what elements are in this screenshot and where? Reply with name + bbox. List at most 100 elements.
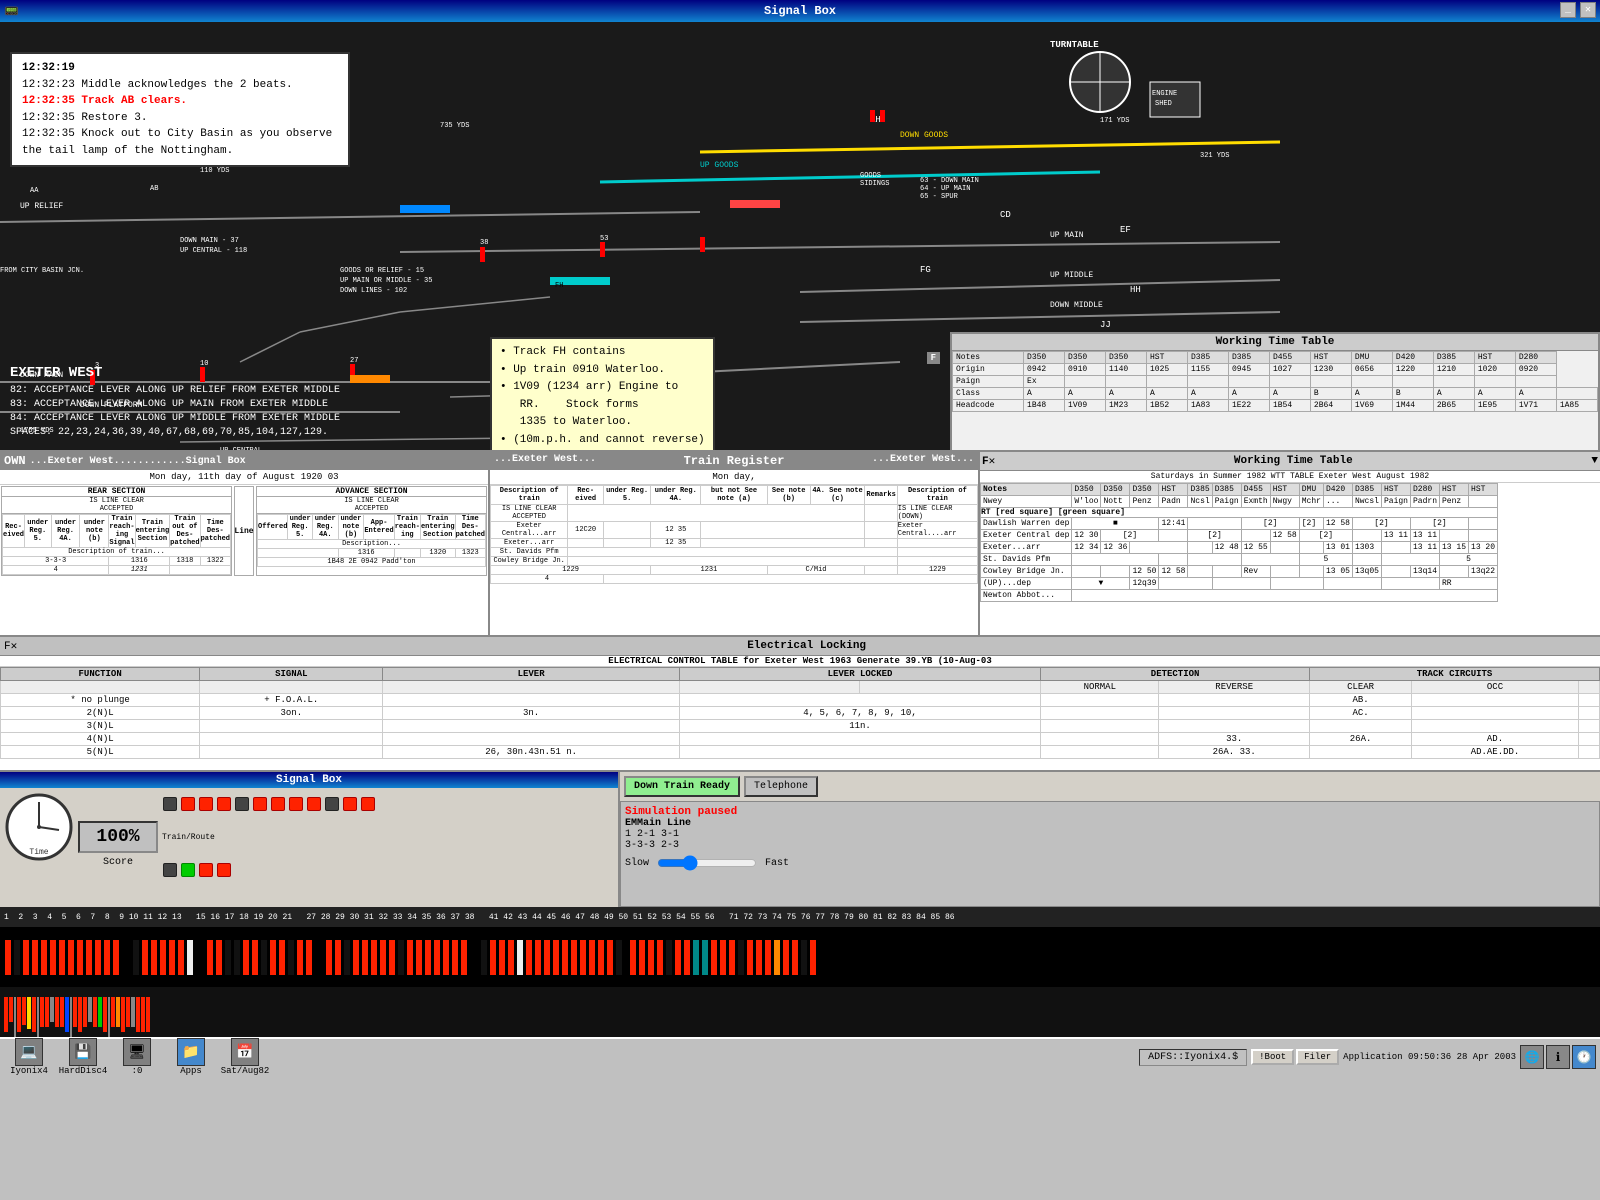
minimize-button[interactable]: _: [1560, 2, 1576, 18]
lever-98[interactable]: [720, 940, 726, 975]
detail-lever-11[interactable]: [55, 997, 59, 1027]
lever-47[interactable]: [380, 940, 386, 975]
lever-8[interactable]: [68, 940, 74, 975]
lever-101[interactable]: [747, 940, 753, 975]
lever-10[interactable]: [86, 940, 92, 975]
lever-7[interactable]: [59, 940, 65, 975]
detail-lever-5[interactable]: [22, 997, 26, 1025]
detail-lever-19[interactable]: [98, 997, 102, 1027]
lever-100[interactable]: [738, 940, 744, 975]
lever-76[interactable]: [526, 940, 532, 975]
lever-94[interactable]: [684, 940, 690, 975]
sig-light-6[interactable]: [253, 797, 267, 811]
lever-50[interactable]: [407, 940, 413, 975]
sig-light-4[interactable]: [217, 797, 231, 811]
lever-95[interactable]: [693, 940, 699, 975]
lever-73[interactable]: [499, 940, 505, 975]
wtt-scroll-area[interactable]: Notes D350 D350 D350 HST D385 D385 D455 …: [980, 483, 1600, 628]
lever-11[interactable]: [95, 940, 101, 975]
lever-97[interactable]: [711, 940, 717, 975]
clock-icon[interactable]: 🕐: [1572, 1045, 1596, 1069]
filer-entry[interactable]: Filer: [1296, 1049, 1339, 1065]
lever-102[interactable]: [756, 940, 762, 975]
lever-27[interactable]: [207, 940, 213, 975]
lever-99[interactable]: [729, 940, 735, 975]
lever-103[interactable]: [765, 940, 771, 975]
sig-light-16[interactable]: [217, 863, 231, 877]
lever-77[interactable]: [535, 940, 541, 975]
lever-43[interactable]: [344, 940, 350, 975]
wtt-mini-scroll[interactable]: Notes D350 D350 D350 HST D385 D385 D455 …: [952, 351, 1598, 447]
taskbar-harddisk[interactable]: 💾 HardDisc4: [58, 1038, 108, 1076]
lever-88[interactable]: [630, 940, 636, 975]
detail-lever-27[interactable]: [141, 997, 145, 1032]
lever-55[interactable]: [452, 940, 458, 975]
wtt-scroll-btn[interactable]: ▼: [1591, 455, 1598, 467]
detail-lever-15[interactable]: [78, 997, 82, 1032]
sig-light-3[interactable]: [199, 797, 213, 811]
taskbar-apps[interactable]: 📁 Apps: [166, 1038, 216, 1076]
lever-2[interactable]: [14, 940, 20, 975]
sig-light-7[interactable]: [271, 797, 285, 811]
lever-46[interactable]: [371, 940, 377, 975]
sig-light-11[interactable]: [343, 797, 357, 811]
lever-52[interactable]: [425, 940, 431, 975]
lever-89[interactable]: [639, 940, 645, 975]
boot-entry[interactable]: !Boot: [1251, 1049, 1294, 1065]
lever-18[interactable]: [160, 940, 166, 975]
sig-light-5[interactable]: [235, 797, 249, 811]
detail-lever-21[interactable]: [111, 997, 115, 1027]
lever-108[interactable]: [810, 940, 816, 975]
lever-85[interactable]: [607, 940, 613, 975]
lever-56[interactable]: [461, 940, 467, 975]
lever-3[interactable]: [23, 940, 29, 975]
speed-slider[interactable]: [657, 855, 757, 871]
lever-53[interactable]: [434, 940, 440, 975]
sig-light-2[interactable]: [181, 797, 195, 811]
taskbar-satdate[interactable]: 📅 Sat/Aug82: [220, 1038, 270, 1076]
lever-91[interactable]: [657, 940, 663, 975]
lever-106[interactable]: [792, 940, 798, 975]
detail-lever-7[interactable]: [32, 997, 36, 1032]
taskbar-display[interactable]: 🖥 :0: [112, 1038, 162, 1076]
lever-92[interactable]: [666, 940, 672, 975]
down-train-ready[interactable]: Down Train Ready: [624, 776, 740, 797]
detail-lever-25[interactable]: [131, 997, 135, 1027]
lever-93[interactable]: [675, 940, 681, 975]
info-icon[interactable]: ℹ: [1546, 1045, 1570, 1069]
lever-41[interactable]: [326, 940, 332, 975]
lever-84[interactable]: [598, 940, 604, 975]
lever-19[interactable]: [169, 940, 175, 975]
lever-37[interactable]: [297, 940, 303, 975]
lever-21[interactable]: [187, 940, 193, 975]
lever-36[interactable]: [288, 940, 294, 975]
lever-83[interactable]: [589, 940, 595, 975]
lever-32[interactable]: [252, 940, 258, 975]
lever-80[interactable]: [562, 940, 568, 975]
lever-42[interactable]: [335, 940, 341, 975]
lever-81[interactable]: [571, 940, 577, 975]
sig-light-15[interactable]: [199, 863, 213, 877]
lever-12[interactable]: [104, 940, 110, 975]
taskbar-iyonix[interactable]: 💻 Iyonix4: [4, 1038, 54, 1076]
lever-17[interactable]: [151, 940, 157, 975]
lever-105[interactable]: [783, 940, 789, 975]
elec-fx[interactable]: F✕: [4, 639, 17, 653]
lever-16[interactable]: [142, 940, 148, 975]
lever-51[interactable]: [416, 940, 422, 975]
network-icon[interactable]: 🌐: [1520, 1045, 1544, 1069]
sig-light-1[interactable]: [163, 797, 177, 811]
lever-6[interactable]: [50, 940, 56, 975]
lever-75[interactable]: [517, 940, 523, 975]
sig-light-9[interactable]: [307, 797, 321, 811]
lever-33[interactable]: [261, 940, 267, 975]
detail-lever-28[interactable]: [146, 997, 150, 1032]
lever-82[interactable]: [580, 940, 586, 975]
lever-78[interactable]: [544, 940, 550, 975]
lever-13[interactable]: [113, 940, 119, 975]
lever-45[interactable]: [362, 940, 368, 975]
lever-5[interactable]: [41, 940, 47, 975]
lever-74[interactable]: [508, 940, 514, 975]
sig-light-13[interactable]: [163, 863, 177, 877]
lever-28[interactable]: [216, 940, 222, 975]
